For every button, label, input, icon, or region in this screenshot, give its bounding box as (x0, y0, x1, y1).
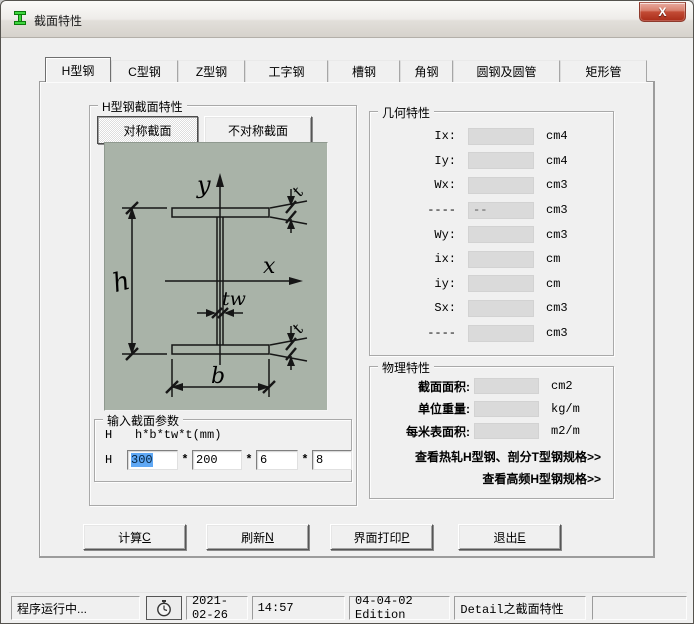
tab-round-steel-pipe[interactable]: 圆钢及圆管 (453, 60, 560, 82)
h-beam-cross-section-diagram: y x h b tw t t (104, 142, 328, 411)
multiply-separator: * (298, 453, 312, 467)
diagram-y-axis-label: y (196, 171, 211, 199)
geometry-value-field (468, 251, 534, 268)
high-freq-specs-link[interactable]: 查看高频H型钢规格>> (370, 468, 613, 490)
multiply-separator: * (242, 453, 256, 467)
geometry-value-field (468, 275, 534, 292)
row-prefix: H (105, 453, 127, 467)
geometry-value-field (468, 300, 534, 317)
geometry-row-iy: Iy: cm4 (370, 149, 613, 174)
geometry-row-dash1: ---- -- cm3 (370, 198, 613, 223)
physical-value-field (474, 423, 539, 439)
symmetric-section-button[interactable]: 对称截面 (97, 116, 198, 144)
exit-button[interactable]: 退出E (458, 524, 561, 550)
tw-dimension-input[interactable]: 6 (256, 450, 298, 470)
status-bar: 程序运行中... 2021-02-26 14:57 04-04-02 Editi… (9, 592, 687, 621)
geometry-value-field (468, 128, 534, 145)
physical-groupbox: 物理特性 截面面积: cm2 单位重量: kg/m 每米表面积: m2/m 查看… (369, 366, 614, 499)
print-button[interactable]: 界面打印P (330, 524, 433, 550)
tab-channel-steel[interactable]: 槽钢 (328, 60, 400, 82)
format-text: h*b*tw*t(mm) (135, 428, 221, 442)
physical-row-weight: 单位重量: kg/m (370, 398, 613, 421)
ibeam-app-icon (12, 10, 28, 26)
multiply-separator: * (178, 453, 192, 467)
status-date-cell: 2021-02-26 (186, 596, 248, 620)
diagram-tw-label: tw (222, 288, 246, 310)
title-bar[interactable]: 截面特性 X (1, 1, 693, 38)
asymmetric-section-button[interactable]: 不对称截面 (204, 116, 312, 144)
geometry-groupbox: 几何特性 Ix: cm4 Iy: cm4 Wx: cm3 ---- -- cm3… (369, 111, 614, 356)
t-dimension-input[interactable]: 8 (312, 450, 352, 470)
dimension-input-row: H 300 * 200 * 6 * 8 (105, 450, 352, 470)
status-timer-cell[interactable] (146, 596, 182, 620)
section-properties-dialog: 截面特性 X H型钢 C型钢 Z型钢 工字钢 槽钢 角钢 圆钢及圆管 矩形管 H… (0, 0, 694, 624)
status-spare-cell (592, 596, 687, 620)
close-icon: X (658, 5, 666, 19)
geometry-row-wy: Wy: cm3 (370, 222, 613, 247)
physical-row-area: 截面面积: cm2 (370, 375, 613, 398)
status-running-cell: 程序运行中... (11, 596, 140, 620)
physical-row-surface: 每米表面积: m2/m (370, 420, 613, 443)
geometry-value-field: -- (468, 202, 534, 219)
geometry-value-field (468, 177, 534, 194)
refresh-button[interactable]: 刷新N (206, 524, 309, 550)
section-type-tabs: H型钢 C型钢 Z型钢 工字钢 槽钢 角钢 圆钢及圆管 矩形管 (45, 57, 647, 82)
close-button[interactable]: X (639, 2, 686, 22)
tab-i-steel[interactable]: 工字钢 (245, 60, 328, 82)
h-section-group-title: H型钢截面特性 (98, 98, 187, 115)
geometry-value-field (468, 226, 534, 243)
tab-c-steel[interactable]: C型钢 (111, 60, 178, 82)
physical-value-field (474, 401, 539, 417)
tab-z-steel[interactable]: Z型钢 (178, 60, 245, 82)
h-dimension-input[interactable]: 300 (127, 450, 178, 470)
tab-rect-tube[interactable]: 矩形管 (560, 60, 647, 82)
geometry-value-field (468, 325, 534, 342)
geometry-row-ix: Ix: cm4 (370, 124, 613, 149)
geometry-row-ix-radius: ix: cm (370, 247, 613, 272)
input-params-groupbox: 输入截面参数 H h*b*tw*t(mm) H 300 * 200 * 6 * … (94, 419, 352, 482)
diagram-b-label: b (211, 364, 225, 389)
hot-rolled-specs-link[interactable]: 查看热轧H型钢、剖分T型钢规格>> (370, 446, 613, 468)
geometry-group-title: 几何特性 (378, 104, 434, 121)
window-title: 截面特性 (34, 12, 82, 29)
geometry-row-dash2: ---- cm3 (370, 321, 613, 346)
physical-value-field (474, 378, 539, 394)
geometry-row-iy-radius: iy: cm (370, 272, 613, 297)
diagram-h-label: h (110, 266, 134, 299)
tab-h-steel[interactable]: H型钢 (45, 57, 111, 82)
diagram-x-axis-label: x (263, 254, 276, 279)
status-edition-cell: 04-04-02 Edition (349, 596, 450, 620)
format-prefix: H (105, 428, 135, 442)
input-params-group-title: 输入截面参数 (103, 412, 183, 429)
format-hint-row: H h*b*tw*t(mm) (105, 428, 221, 442)
physical-group-title: 物理特性 (378, 359, 434, 376)
calculate-button[interactable]: 计算C (83, 524, 186, 550)
stopwatch-icon (155, 599, 173, 617)
geometry-value-field (468, 152, 534, 169)
geometry-row-sx: Sx: cm3 (370, 296, 613, 321)
status-time-cell: 14:57 (252, 596, 345, 620)
geometry-row-wx: Wx: cm3 (370, 173, 613, 198)
tab-angle-steel[interactable]: 角钢 (400, 60, 453, 82)
b-dimension-input[interactable]: 200 (192, 450, 242, 470)
h-beam-diagram-svg: y x h b tw t t (105, 143, 327, 410)
status-module-cell: Detail之截面特性 (454, 596, 585, 620)
